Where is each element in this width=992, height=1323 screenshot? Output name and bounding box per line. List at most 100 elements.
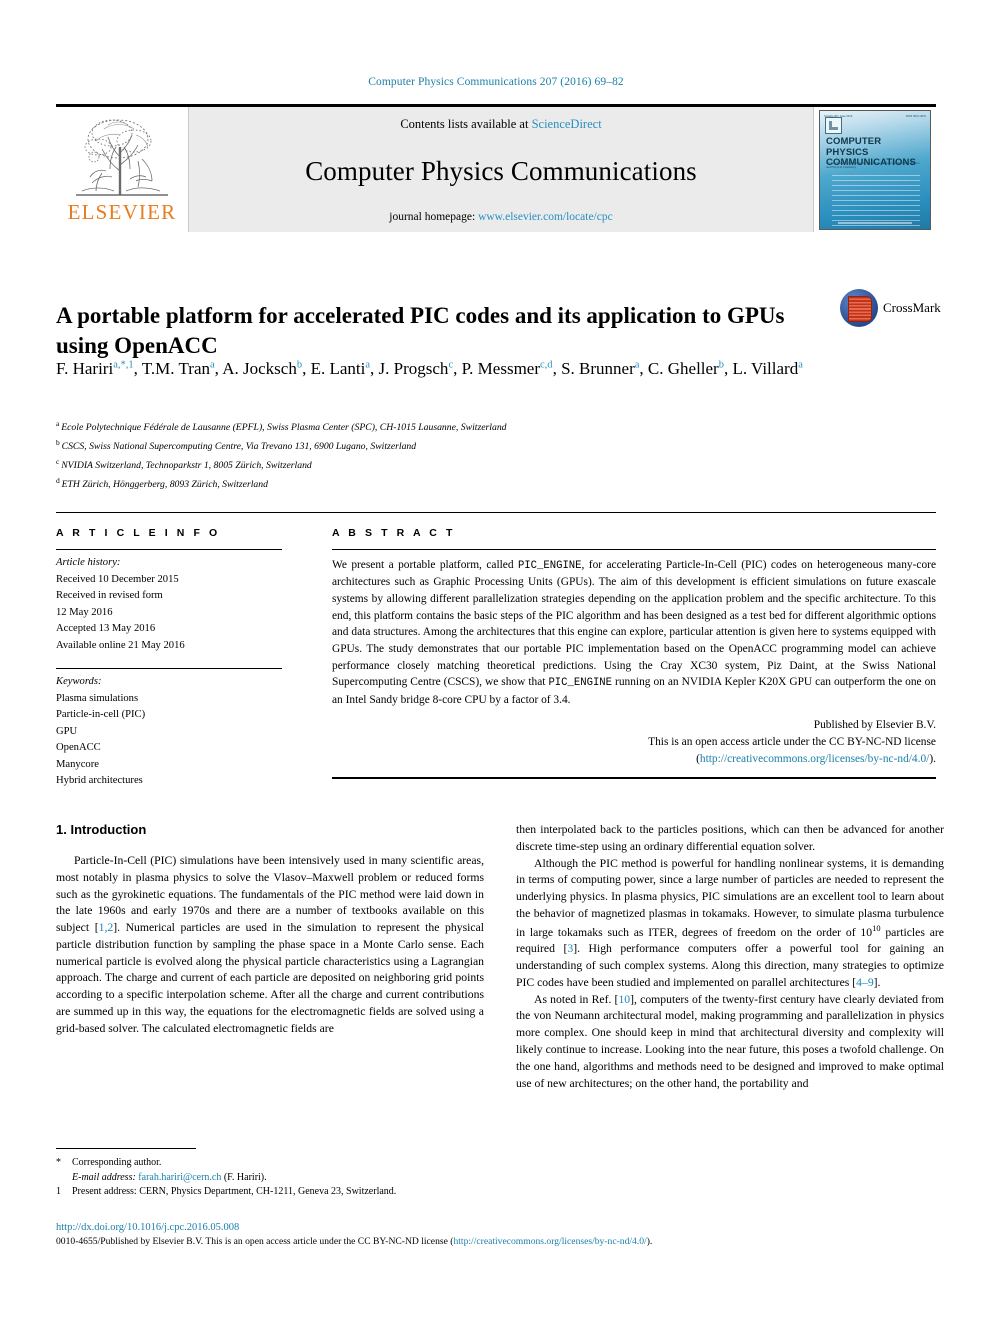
footnote-text: (F. Hariri). <box>221 1171 267 1183</box>
elsevier-wordmark: ELSEVIER <box>67 200 177 224</box>
footnote-item: * Corresponding author. <box>56 1156 484 1171</box>
affiliation-item: b CSCS, Swiss National Supercomputing Ce… <box>56 437 886 456</box>
cover-title-line-1: COMPUTER PHYSICS <box>826 136 882 158</box>
footnote-email-label: E-mail address: <box>72 1171 139 1183</box>
author-affil-marks: a,*,1 <box>113 359 134 371</box>
author-name: A. Jocksch <box>222 359 297 378</box>
footnote-email-link[interactable]: farah.hariri@cern.ch <box>138 1172 221 1183</box>
abstract-heading: A B S T R A C T <box>332 527 456 539</box>
author-name: L. Villard <box>732 359 799 378</box>
author-name: C. Gheller <box>647 359 719 378</box>
text-run: ]. <box>873 975 881 989</box>
paper-page: Computer Physics Communications 207 (201… <box>0 0 992 1323</box>
masthead-center: Contents lists available at ScienceDirec… <box>188 107 814 232</box>
copyright-prefix: 0010-4655/Published by Elsevier B.V. Thi… <box>56 1236 454 1247</box>
left-column-paragraphs: Particle-In-Cell (PIC) simulations have … <box>56 853 484 1038</box>
copyright-license-link[interactable]: http://creativecommons.org/licenses/by-n… <box>453 1236 646 1247</box>
doi-link[interactable]: http://dx.doi.org/10.1016/j.cpc.2016.05.… <box>56 1222 944 1233</box>
affiliation-text: ETH Zürich, Hönggerberg, 8093 Zürich, Sw… <box>61 479 268 490</box>
footnote-rule <box>56 1148 196 1149</box>
license-url-line: (http://creativecommons.org/licenses/by-… <box>332 751 936 768</box>
footnote-block: * Corresponding author. E-mail address: fa… <box>56 1148 484 1200</box>
sciencedirect-link[interactable]: ScienceDirect <box>532 117 602 131</box>
published-by: Published by Elsevier B.V. <box>813 719 936 732</box>
keyword-item: OpenACC <box>56 742 101 754</box>
citation-reference[interactable]: 1,2 <box>99 921 114 934</box>
author-name: F. Hariri <box>56 359 114 378</box>
body-right-column: then interpolated back to the particles … <box>516 822 944 1092</box>
abstract-text: We present a portable platform, called P… <box>332 550 936 708</box>
article-history-item: Available online 21 May 2016 <box>56 639 185 651</box>
affiliation-item: a Ecole Polytechnique Fédérale de Lausan… <box>56 418 886 437</box>
text-run: As noted in Ref. [ <box>534 992 619 1006</box>
running-head: Computer Physics Communications 207 (201… <box>368 76 624 88</box>
journal-homepage-line: journal homepage: www.elsevier.com/locat… <box>389 211 612 223</box>
affiliation-item: c NVIDIA Switzerland, Technoparkstr 1, 8… <box>56 456 886 475</box>
article-history-item: Received in revised form <box>56 590 163 602</box>
abstract-segment: We present a portable platform, called <box>332 559 518 571</box>
footnote-text: Corresponding author. <box>72 1157 162 1168</box>
citation-reference[interactable]: 10 <box>618 993 630 1006</box>
affiliation-item: d ETH Zürich, Hönggerberg, 8093 Zürich, … <box>56 475 886 494</box>
footnote-item: E-mail address: farah.hariri@cern.ch (F.… <box>56 1171 484 1186</box>
license-link[interactable]: http://creativecommons.org/licenses/by-n… <box>700 753 929 765</box>
license-paren-close: ). <box>929 752 936 765</box>
abstract-code-name: PIC_ENGINE <box>548 677 613 690</box>
abstract-column: A B S T R A C T We present a portable pl… <box>306 513 936 790</box>
keyword-item: Plasma simulations <box>56 692 139 704</box>
crossmark-icon <box>840 289 878 327</box>
elsevier-logo: ELSEVIER <box>56 107 188 232</box>
bottom-meta: http://dx.doi.org/10.1016/j.cpc.2016.05.… <box>56 1222 944 1248</box>
keyword-item: Particle-in-cell (PIC) <box>56 709 146 721</box>
contents-prefix: Contents lists available at <box>400 117 529 131</box>
body-paragraph: Particle-In-Cell (PIC) simulations have … <box>56 853 484 1038</box>
license-line: This is an open access article under the… <box>648 736 936 749</box>
author-list: F. Hariria,*,1, T.M. Trana, A. Jockschb,… <box>56 356 886 382</box>
section-heading-introduction: 1. Introduction <box>56 822 147 837</box>
affiliation-text: Ecole Polytechnique Fédérale de Lausanne… <box>61 422 507 434</box>
article-history-label: Article history: <box>56 557 121 568</box>
author-name: J. Progsch <box>378 359 449 378</box>
body-paragraph: Although the PIC method is powerful for … <box>516 856 944 992</box>
author-separator: , <box>133 359 142 378</box>
footnote-mark: 1 <box>56 1186 61 1198</box>
keyword-item: Hybrid architectures <box>56 775 143 787</box>
author-name: E. Lanti <box>310 359 366 378</box>
author-affil-marks: a <box>798 359 803 371</box>
author-name: T.M. Tran <box>141 359 210 378</box>
affiliation-text: CSCS, Swiss National Supercomputing Cent… <box>61 441 417 453</box>
body-paragraph: then interpolated back to the particles … <box>516 822 944 856</box>
abstract-bottom-rule <box>332 777 936 780</box>
journal-title: Computer Physics Communications <box>305 156 697 186</box>
keywords-block: Keywords: Plasma simulations Particle-in-… <box>56 669 282 790</box>
copyright-suffix: ). <box>646 1236 653 1247</box>
author-separator: , <box>370 359 379 378</box>
body-paragraph: As noted in Ref. [10], computers of the … <box>516 992 944 1093</box>
keyword-item: Manycore <box>56 758 99 770</box>
crossmark-badge[interactable]: CrossMark <box>840 284 941 332</box>
author-separator: , <box>302 359 311 378</box>
footnote-mark: * <box>56 1157 61 1168</box>
author-affil-marks: c,d <box>540 359 553 371</box>
author-separator: , <box>453 359 462 378</box>
cover-image: Volume 207, June 2016 ISSN 0010-4655 COM… <box>819 110 931 230</box>
page-title: A portable platform for accelerated PIC … <box>56 303 785 359</box>
article-history-item: Accepted 13 May 2016 <box>56 623 156 635</box>
abstract-code-name: PIC_ENGINE <box>517 560 582 572</box>
info-abstract-block: A R T I C L E I N F O Article history: R… <box>56 512 936 790</box>
cover-publisher-mark-icon <box>825 117 842 134</box>
journal-homepage-link[interactable]: www.elsevier.com/locate/cpc <box>478 211 613 223</box>
superscript: 10 <box>872 923 881 933</box>
keyword-items: Plasma simulations Particle-in-cell (PIC)… <box>56 691 282 790</box>
elsevier-tree-icon <box>68 113 176 199</box>
right-column-paragraphs: then interpolated back to the particles … <box>516 822 944 1092</box>
article-history-items: Received 10 December 2015 Received in rev… <box>56 572 282 655</box>
footnote-item: 1 Present address: CERN, Physics Departme… <box>56 1185 484 1200</box>
citation-reference[interactable]: 4–9 <box>856 976 874 989</box>
article-history: Article history: Received 10 December 20… <box>56 550 282 654</box>
abstract-segment: , for accelerating Particle-In-Cell (PIC… <box>332 559 936 689</box>
cover-subtitle: An International Journal and Program Lib… <box>826 161 920 170</box>
footnote-items: * Corresponding author. E-mail address: fa… <box>56 1156 484 1200</box>
text-run: then interpolated back to the particles … <box>516 823 944 853</box>
journal-cover-thumbnail: Volume 207, June 2016 ISSN 0010-4655 COM… <box>814 107 936 232</box>
